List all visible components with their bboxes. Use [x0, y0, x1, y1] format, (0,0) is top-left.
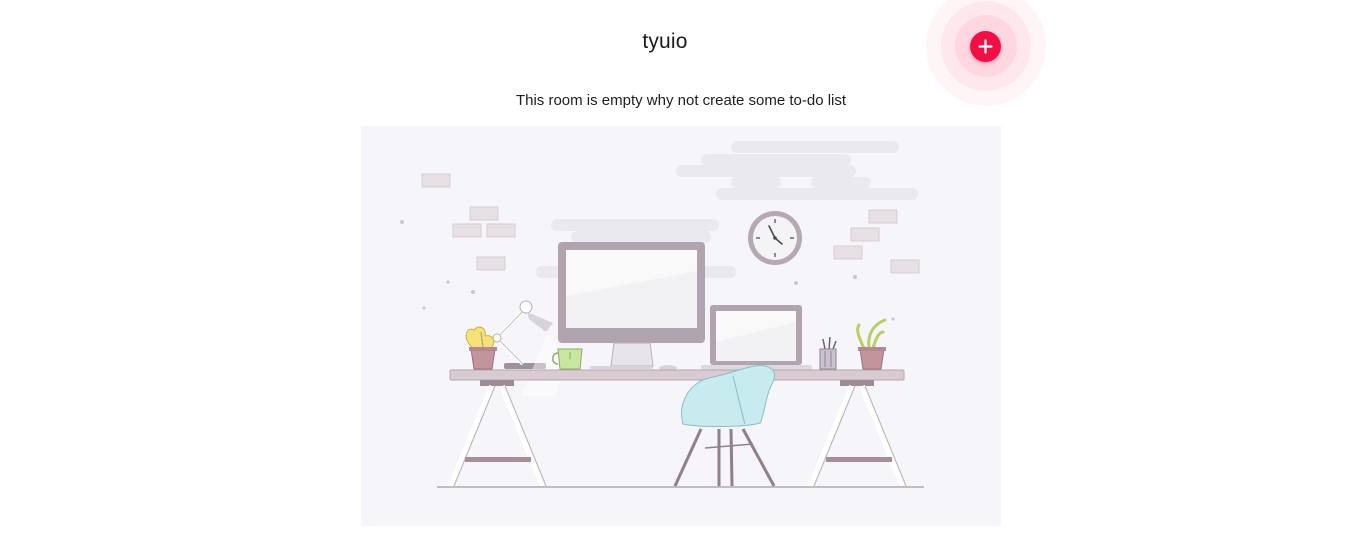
add-todo-button-wrapper [926, 0, 1046, 106]
plus-icon [978, 39, 993, 54]
room-title: tyuio [642, 30, 688, 53]
add-todo-button[interactable] [970, 31, 1001, 62]
empty-room-message: This room is empty why not create some t… [515, 92, 847, 109]
empty-room-illustration [361, 126, 1001, 526]
room-page: tyuio This room is empty why not create … [0, 0, 1346, 534]
desk-workspace-illustration [400, 141, 924, 488]
